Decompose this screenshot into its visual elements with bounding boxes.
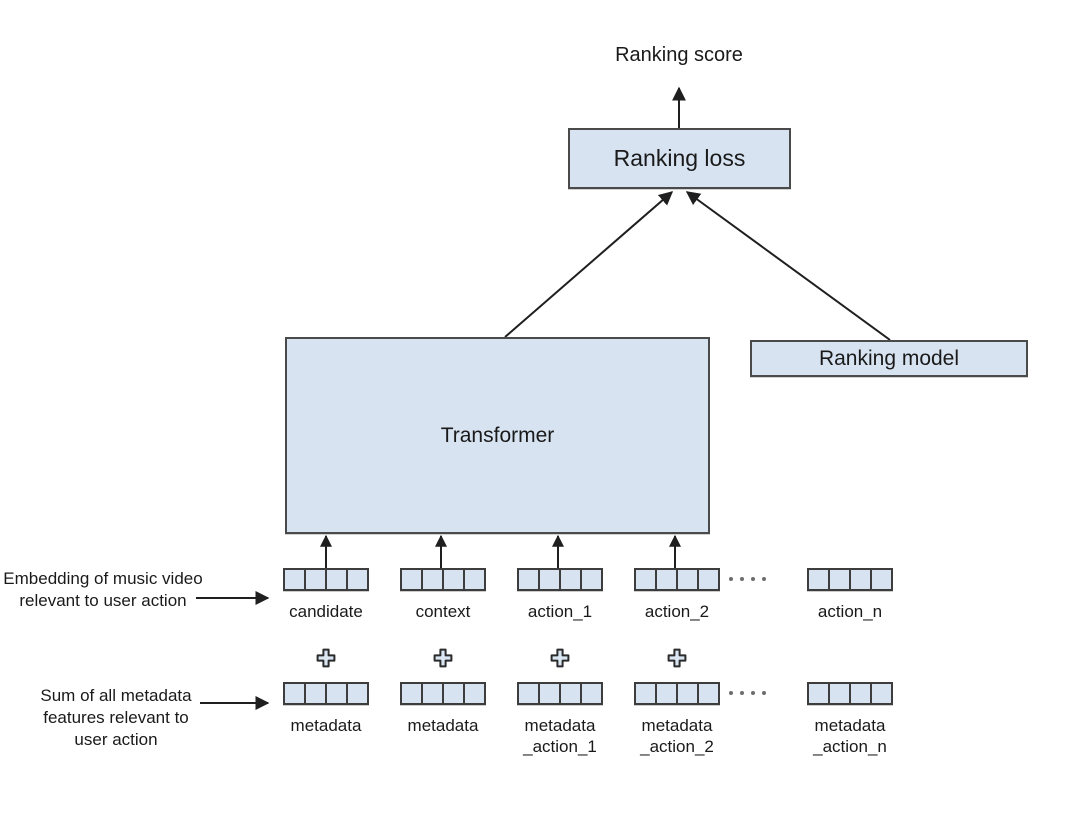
vector-cell	[809, 570, 830, 589]
ellipsis-dot	[762, 691, 766, 695]
metadata-token-4: metadata _action_2	[617, 682, 737, 757]
metadata-token-label: metadata _action_1	[523, 716, 597, 756]
vector-cell	[444, 570, 465, 589]
embedding-token-label: action_1	[527, 602, 593, 621]
metadata-token-label: metadata	[290, 716, 362, 735]
embedding-token-label: context	[415, 602, 471, 621]
vector-cell	[830, 684, 851, 703]
vector-cell	[540, 684, 561, 703]
metadata-token-label: metadata	[407, 716, 479, 735]
plus-icon	[500, 648, 620, 668]
vector-cell	[830, 570, 851, 589]
vector-cell	[348, 684, 367, 703]
vector-cell	[582, 570, 601, 589]
ellipsis-metadata-row	[729, 691, 766, 695]
vector-cell	[519, 684, 540, 703]
vector-cell	[636, 684, 657, 703]
vector-cell	[657, 570, 678, 589]
metadata-annotation: Sum of all metadata features relevant to…	[40, 686, 192, 749]
vector-cell	[540, 570, 561, 589]
vector-cell	[809, 684, 830, 703]
ellipsis-dot	[729, 577, 733, 581]
embedding-token-1: candidate	[266, 568, 386, 622]
diagram-canvas: Ranking score Ranking loss Transformer R…	[0, 0, 1080, 838]
vector-cell	[348, 570, 367, 589]
vector-cell	[306, 684, 327, 703]
vector-cell	[285, 570, 306, 589]
vector-cell	[851, 684, 872, 703]
vector-cell	[699, 684, 718, 703]
vector-cell	[872, 570, 891, 589]
arrow-model-to-loss	[685, 191, 891, 341]
embedding-token-label: action_2	[644, 602, 710, 621]
vector-cell	[327, 570, 348, 589]
ellipsis-dot	[751, 577, 755, 581]
embedding-token-4: action_2	[617, 568, 737, 622]
ellipsis-embedding-row	[729, 577, 766, 581]
embedding-token-2: context	[383, 568, 503, 622]
plus-icon	[266, 648, 386, 668]
ellipsis-dot	[740, 577, 744, 581]
metadata-token-1: metadata	[266, 682, 386, 736]
vector-cell	[582, 684, 601, 703]
embedding-vector	[634, 682, 720, 705]
embedding-vector	[400, 682, 486, 705]
embedding-token-label: candidate	[289, 602, 363, 621]
embedding-vector	[517, 682, 603, 705]
ranking-model-box: Ranking model	[750, 340, 1028, 377]
vector-cell	[851, 570, 872, 589]
vector-cell	[285, 684, 306, 703]
plus-icon	[383, 648, 503, 668]
vector-cell	[678, 570, 699, 589]
embedding-token-label: action_n	[817, 602, 883, 621]
ellipsis-dot	[762, 577, 766, 581]
vector-cell	[306, 570, 327, 589]
metadata-token-2: metadata	[383, 682, 503, 736]
ranking-loss-box: Ranking loss	[568, 128, 791, 189]
embedding-annotation: Embedding of music video relevant to use…	[3, 569, 203, 610]
vector-cell	[402, 684, 423, 703]
metadata-token-5: metadata _action_n	[790, 682, 910, 757]
vector-cell	[327, 684, 348, 703]
ranking-score-label: Ranking score	[615, 44, 743, 66]
embedding-token-5: action_n	[790, 568, 910, 622]
metadata-token-label: metadata _action_n	[813, 716, 887, 756]
vector-cell	[678, 684, 699, 703]
embedding-vector	[400, 568, 486, 591]
vector-cell	[561, 570, 582, 589]
embedding-vector	[807, 568, 893, 591]
ellipsis-dot	[751, 691, 755, 695]
vector-cell	[423, 570, 444, 589]
vector-cell	[699, 570, 718, 589]
vector-cell	[657, 684, 678, 703]
vector-cell	[519, 570, 540, 589]
metadata-token-label: metadata _action_2	[640, 716, 714, 756]
arrow-transformer-to-loss	[504, 191, 674, 338]
embedding-vector	[634, 568, 720, 591]
vector-cell	[561, 684, 582, 703]
vector-cell	[402, 570, 423, 589]
plus-icon	[617, 648, 737, 668]
transformer-box: Transformer	[285, 337, 710, 534]
ellipsis-dot	[729, 691, 733, 695]
ellipsis-dot	[740, 691, 744, 695]
vector-cell	[465, 684, 484, 703]
vector-cell	[872, 684, 891, 703]
embedding-vector	[283, 682, 369, 705]
vector-cell	[444, 684, 465, 703]
embedding-vector	[517, 568, 603, 591]
vector-cell	[423, 684, 444, 703]
embedding-vector	[807, 682, 893, 705]
vector-cell	[465, 570, 484, 589]
metadata-token-3: metadata _action_1	[500, 682, 620, 757]
vector-cell	[636, 570, 657, 589]
embedding-vector	[283, 568, 369, 591]
embedding-token-3: action_1	[500, 568, 620, 622]
